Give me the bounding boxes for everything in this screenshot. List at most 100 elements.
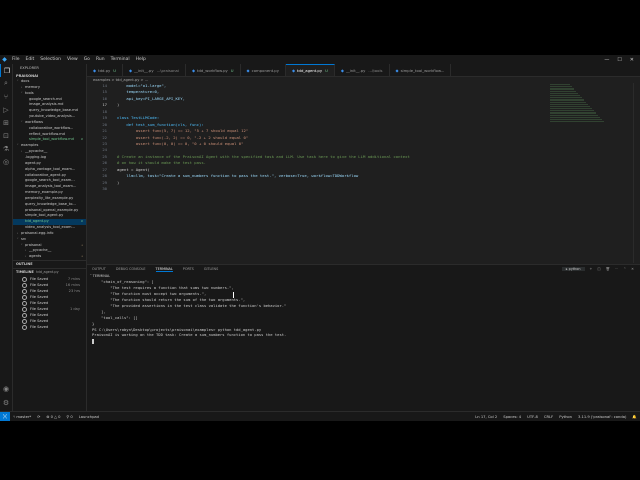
source-control-icon[interactable]: ⑂ — [0, 90, 12, 103]
editor-tab[interactable]: ◆ tdd_agent.py U — [285, 64, 335, 76]
remote-explorer-icon[interactable]: ⊡ — [0, 129, 12, 142]
editor-tab[interactable]: ◆ component.py — [241, 64, 286, 76]
tree-item-label: tdd_agent.py — [25, 219, 49, 224]
python-file-icon: ◆ — [246, 67, 250, 73]
tab-ports[interactable]: PORTS — [183, 267, 194, 271]
new-terminal-icon[interactable]: + — [590, 267, 593, 271]
python-file-icon: ◆ — [395, 67, 399, 73]
more-actions-icon[interactable]: ⋯ — [615, 267, 618, 271]
tab-debug-console[interactable]: DEBUG CONSOLE — [116, 267, 146, 271]
tab-output[interactable]: OUTPUT — [92, 267, 106, 271]
run-debug-icon[interactable]: ▷ — [0, 103, 12, 116]
tree-item-label: alpha_vantage_tool_exam... — [25, 166, 76, 171]
timeline-entry[interactable]: File Saved — [13, 324, 86, 330]
menu-file[interactable]: File — [12, 57, 20, 62]
vscode-logo-icon: ◆ — [2, 56, 7, 63]
menu-run[interactable]: Run — [96, 57, 105, 62]
settings-gear-icon[interactable]: ⚙ — [0, 396, 12, 409]
menu-help[interactable]: Help — [136, 57, 146, 62]
maximize-panel-icon[interactable]: ⌃ — [623, 267, 626, 271]
sync-icon[interactable]: ⟳ — [37, 415, 40, 419]
editor-tab-label: tdd_agent.py — [297, 68, 323, 73]
editor-scrollbar[interactable] — [633, 83, 640, 263]
minimap-line — [550, 84, 570, 86]
editor-tab[interactable]: ◆ tdd.py U — [87, 64, 124, 76]
explorer-title: EXPLORER — [20, 66, 39, 70]
vscode-window: ◆ File Edit Selection View Go Run Termin… — [0, 55, 640, 421]
editor-tab[interactable]: ◆ tdd_workflow.py U — [186, 64, 241, 76]
eol-status[interactable]: CRLF — [544, 415, 553, 419]
tab-gitlens[interactable]: GITLENS — [204, 267, 218, 271]
python-interpreter[interactable]: 3.11.9 ('praisonai': conda) — [578, 415, 626, 419]
close-panel-icon[interactable]: ✕ — [631, 267, 634, 271]
tree-item-label: collaborative_workflow... — [29, 125, 74, 130]
terminal-prompt-line[interactable] — [92, 338, 640, 344]
timeline-entry-label: File Saved — [30, 295, 49, 300]
editor-tab-status: ...\tools — [368, 67, 383, 73]
search-icon[interactable]: ⌕ — [0, 77, 12, 90]
editor-tab[interactable]: ◆ __init__.py ...\tools — [335, 64, 390, 76]
code-editor[interactable]: 14 model="o1-large", 15 temperature=0, 16 … — [87, 83, 467, 192]
minimap-line — [550, 94, 580, 97]
tree-item-label: reflect_workflow.md — [29, 131, 65, 136]
branch-status[interactable]: ⑂ master* — [13, 415, 31, 419]
tree-item-label: tools — [25, 90, 34, 95]
menu-terminal[interactable]: Terminal — [111, 57, 130, 62]
panel-tabs: OUTPUT DEBUG CONSOLE TERMINAL PORTS GITL… — [87, 265, 640, 273]
python-file-icon: ◆ — [191, 67, 196, 73]
outline-section[interactable]: OUTLINE — [13, 260, 86, 268]
bell-icon[interactable]: 🔔 — [632, 415, 637, 419]
bottom-panel: OUTPUT DEBUG CONSOLE TERMINAL PORTS GITL… — [87, 264, 640, 412]
split-terminal-icon[interactable]: ◫ — [597, 267, 600, 271]
menu-edit[interactable]: Edit — [26, 57, 35, 62]
activity-bar: ❐ ⌕ ⑂ ▷ ⊞ ⊡ ⚗ ◎ ◉ ⚙ — [0, 64, 13, 411]
editor-tab-label: __init__.py — [134, 67, 154, 73]
tree-item[interactable]: › agents • — [13, 254, 86, 260]
encoding-status[interactable]: UTF-8 — [527, 415, 538, 419]
code-line: 30 — [87, 186, 467, 192]
tree-item-label: workflows — [25, 119, 43, 124]
remote-indicator-icon[interactable]: ⟩⟨ — [0, 412, 10, 421]
menu-view[interactable]: View — [67, 57, 78, 62]
language-mode[interactable]: Python — [559, 415, 572, 419]
status-bar: ⟩⟨ ⑂ master* ⟳ ⊗ 0 △ 0 ⚲ 0 Launchpad Ln … — [0, 411, 640, 421]
circle-icon — [22, 318, 27, 324]
problems-status[interactable]: ⊗ 0 △ 0 — [46, 415, 60, 419]
circle-icon — [22, 288, 27, 294]
explorer-icon[interactable]: ❐ — [0, 64, 13, 77]
python-file-icon: ◆ — [93, 67, 97, 73]
minimap-line — [550, 121, 604, 123]
close-icon[interactable]: ✕ — [630, 57, 634, 63]
editor-tab-status: U — [230, 67, 234, 73]
minimap-line — [550, 108, 592, 110]
tree-item-label: agent.py — [25, 160, 41, 165]
timeline-section[interactable]: TIMELINE tdd_agent.py — [13, 268, 86, 276]
git-status-badge: • — [81, 254, 83, 259]
python-file-icon: ◆ — [129, 67, 133, 73]
tree-item-label: video_analysis_tool_exam... — [25, 225, 75, 230]
cursor-position[interactable]: Ln 17, Col 2 — [475, 415, 497, 419]
ports-status[interactable]: ⚲ 0 — [66, 415, 72, 419]
editor-tab[interactable]: ◆ simple_tool_workflow... — [390, 64, 452, 76]
indentation-status[interactable]: Spaces: 4 — [503, 415, 521, 419]
editor-tab[interactable]: ◆ __init__.py ...\praisonai — [123, 64, 186, 76]
timeline-entry-label: File Saved — [30, 325, 49, 330]
minimap-line — [550, 86, 572, 88]
trash-icon[interactable]: 🗑 — [606, 267, 610, 271]
menu-selection[interactable]: Selection — [40, 57, 61, 62]
tab-terminal[interactable]: TERMINAL — [155, 267, 173, 272]
launchpad-status[interactable]: Launchpad — [79, 415, 99, 419]
tree-item-label: collaborative_agent.py — [25, 172, 67, 177]
minimize-icon[interactable]: — — [604, 57, 609, 63]
maximize-icon[interactable]: ☐ — [617, 57, 621, 63]
gitlens-icon[interactable]: ◎ — [0, 155, 12, 168]
testing-icon[interactable]: ⚗ — [0, 142, 12, 155]
tree-item-label: examples — [21, 143, 39, 148]
minimap[interactable] — [462, 83, 604, 143]
menu-go[interactable]: Go — [84, 57, 90, 62]
terminal-shell-selector[interactable]: ▸ python — [561, 267, 585, 271]
circle-icon — [22, 300, 27, 306]
account-icon[interactable]: ◉ — [0, 382, 12, 395]
terminal-output[interactable]: "chain_of_reasoning": [ "The test requir… — [87, 279, 640, 344]
extensions-icon[interactable]: ⊞ — [0, 116, 12, 129]
